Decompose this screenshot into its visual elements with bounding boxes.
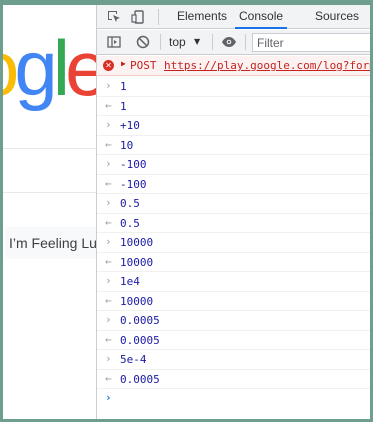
console-result-row[interactable]: ← 0.0005 [97, 331, 370, 350]
input-chevron-icon: › [105, 235, 112, 248]
console-result-text: 10000 [120, 294, 154, 308]
sidebar-toggle-icon[interactable] [106, 34, 122, 50]
console-result-row[interactable]: ← 1 [97, 97, 370, 116]
console-result-row[interactable]: ← 0.0005 [97, 370, 370, 389]
eye-icon[interactable] [221, 34, 237, 50]
toolbar-divider [212, 34, 213, 50]
error-method: POST [130, 59, 157, 72]
tab-console[interactable]: Console [235, 5, 288, 29]
prompt-chevron-icon: › [105, 391, 112, 404]
console-output[interactable]: ✕ ▶ POST https://play.google.com/log?for… [97, 56, 370, 419]
devtools-panel: Elements Console Sources top ▼ Filter ✕ … [96, 5, 370, 419]
result-arrow-icon: ← [105, 371, 112, 385]
console-input-row[interactable]: › -100 [97, 155, 370, 175]
console-input-row[interactable]: › 5e-4 [97, 350, 370, 370]
console-result-text: 0.0005 [120, 372, 160, 386]
search-box-edge [3, 148, 96, 149]
web-page: ogle I’m Feeling Lucky [3, 5, 96, 419]
tab-sources[interactable]: Sources [315, 5, 359, 29]
input-chevron-icon: › [105, 157, 112, 170]
input-chevron-icon: › [105, 352, 112, 365]
console-result-text: 1 [120, 99, 127, 113]
expand-triangle-icon[interactable]: ▶ [121, 59, 126, 68]
google-logo[interactable]: ogle [3, 29, 96, 107]
console-error-row[interactable]: ✕ ▶ POST https://play.google.com/log?for… [97, 56, 370, 76]
console-input-row[interactable]: › 0.5 [97, 194, 370, 214]
console-input-text: -100 [120, 158, 147, 171]
console-input-row[interactable]: › +10 [97, 116, 370, 136]
console-result-row[interactable]: ← 10000 [97, 292, 370, 311]
toolbar-divider [245, 34, 246, 50]
logo-letter-e: e [65, 24, 96, 112]
console-input-row[interactable]: › 1 [97, 77, 370, 97]
context-selector[interactable]: top [169, 35, 186, 49]
toolbar-divider [158, 9, 159, 25]
console-input-row[interactable]: › 1e4 [97, 272, 370, 292]
logo-letter-l: l [52, 24, 70, 112]
result-arrow-icon: ← [105, 332, 112, 346]
console-input-row[interactable]: › 10000 [97, 233, 370, 253]
console-input-text: +10 [120, 119, 140, 132]
result-arrow-icon: ← [105, 254, 112, 268]
console-result-row[interactable]: ← 0.5 [97, 214, 370, 233]
inspect-element-icon[interactable] [106, 9, 122, 25]
console-result-text: 0.5 [120, 216, 140, 230]
search-box-edge [3, 192, 96, 193]
console-result-row[interactable]: ← 10000 [97, 253, 370, 272]
filter-input[interactable] [252, 33, 370, 52]
console-input-text: 1e4 [120, 275, 140, 288]
console-toolbar: top ▼ [97, 30, 370, 55]
input-chevron-icon: › [105, 274, 112, 287]
result-arrow-icon: ← [105, 98, 112, 112]
logo-letter-o: o [3, 24, 19, 112]
result-arrow-icon: ← [105, 215, 112, 229]
console-prompt[interactable]: › [97, 389, 370, 409]
result-arrow-icon: ← [105, 137, 112, 151]
device-toolbar-icon[interactable] [131, 9, 147, 25]
tab-elements[interactable]: Elements [177, 5, 227, 29]
console-result-row[interactable]: ← 10 [97, 136, 370, 155]
feeling-lucky-button[interactable]: I’m Feeling Lucky [5, 227, 96, 259]
console-input-text: 5e-4 [120, 353, 147, 366]
console-input-text: 0.5 [120, 197, 140, 210]
console-input-text: 10000 [120, 236, 154, 249]
error-icon: ✕ [103, 60, 114, 71]
result-arrow-icon: ← [105, 293, 112, 307]
clear-console-icon[interactable] [135, 34, 151, 50]
chevron-down-icon[interactable]: ▼ [194, 37, 200, 46]
console-result-text: 0.0005 [120, 333, 160, 347]
toolbar-divider [160, 34, 161, 50]
result-arrow-icon: ← [105, 176, 112, 190]
devtools-tabbar: Elements Console Sources [97, 5, 370, 29]
console-input-row[interactable]: › 0.0005 [97, 311, 370, 331]
console-result-row[interactable]: ← -100 [97, 175, 370, 194]
logo-letter-g: g [14, 24, 57, 112]
console-result-text: -100 [120, 177, 147, 191]
input-chevron-icon: › [105, 79, 112, 92]
console-result-text: 10 [120, 138, 134, 152]
input-chevron-icon: › [105, 313, 112, 326]
console-input-text: 0.0005 [120, 314, 160, 327]
error-url-link[interactable]: https://play.google.com/log?format=json [164, 59, 370, 72]
input-chevron-icon: › [105, 118, 112, 131]
input-chevron-icon: › [105, 196, 112, 209]
console-result-text: 10000 [120, 255, 154, 269]
console-input-text: 1 [120, 80, 127, 93]
